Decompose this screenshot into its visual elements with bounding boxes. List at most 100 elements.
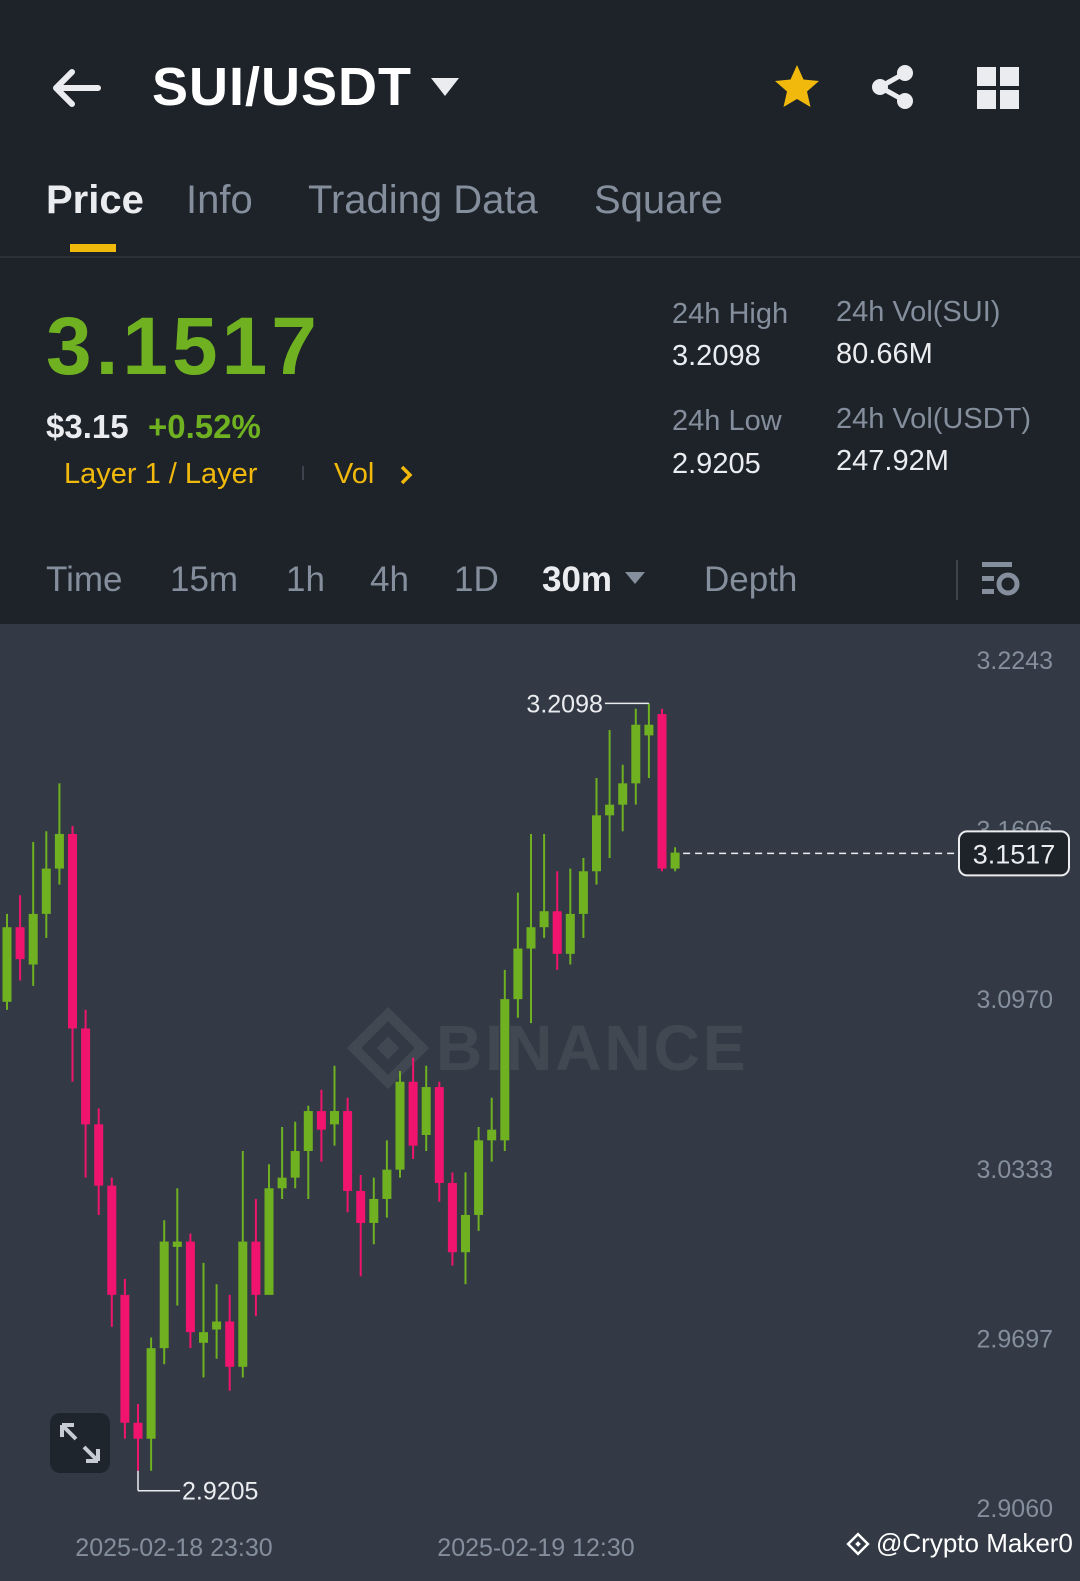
high-marker-label: 3.2098	[526, 690, 602, 718]
candle-body	[382, 1169, 392, 1199]
more-button[interactable]	[976, 66, 1020, 110]
candle-body	[408, 1081, 418, 1146]
interval-4h[interactable]: 4h	[370, 560, 409, 600]
low-value: 2.9205	[672, 448, 761, 480]
candle	[185, 1233, 195, 1349]
category-tag[interactable]: Layer 1 / Layer	[64, 458, 257, 491]
pair-title[interactable]: SUI/USDT	[152, 56, 412, 118]
tab-price[interactable]: Price	[46, 178, 144, 223]
tab-trading-data[interactable]: Trading Data	[308, 178, 538, 223]
candle	[81, 1009, 91, 1178]
candle-body	[605, 804, 615, 816]
price-markers: 3.1517 3.2098 2.9205	[137, 690, 1070, 1506]
arrow-left-icon	[53, 69, 101, 107]
x-tick-label: 2025-02-18 23:30	[75, 1534, 272, 1562]
candle-body	[539, 911, 549, 928]
candle-body	[552, 911, 562, 954]
candle-body	[565, 913, 575, 954]
candle	[382, 1140, 392, 1218]
candle-body	[251, 1241, 261, 1295]
interval-1h[interactable]: 1h	[286, 560, 325, 600]
candle	[212, 1284, 222, 1359]
candle	[277, 1127, 287, 1199]
pair-dropdown-icon[interactable]	[430, 76, 460, 98]
candle-body	[330, 1111, 339, 1125]
vol-usdt-value: 247.92M	[836, 445, 949, 477]
candle	[500, 969, 510, 1152]
active-tab-indicator	[70, 244, 116, 252]
candle	[526, 833, 536, 1024]
interval-depth[interactable]: Depth	[704, 560, 797, 600]
interval-15m[interactable]: 15m	[170, 560, 238, 600]
back-button[interactable]	[48, 62, 104, 114]
candle	[657, 708, 667, 872]
candle-body	[500, 999, 510, 1141]
watermark-text: BINANCE	[436, 1012, 749, 1084]
y-tick-label: 2.9060	[977, 1495, 1053, 1523]
candle	[408, 1057, 418, 1159]
binance-logo-icon	[846, 1531, 870, 1556]
candle	[146, 1337, 156, 1471]
chevron-right-icon[interactable]	[398, 462, 416, 488]
tab-info[interactable]: Info	[186, 178, 253, 223]
candle	[264, 1164, 274, 1295]
candle	[552, 871, 562, 970]
top-bar: SUI/USDT	[0, 0, 1080, 170]
interval-time[interactable]: Time	[46, 560, 122, 600]
divider	[956, 560, 958, 600]
y-tick-label: 3.0970	[977, 986, 1053, 1014]
candle-body	[395, 1081, 405, 1170]
candle-body	[578, 871, 588, 914]
y-axis: 3.22433.16063.09703.03332.96972.9060	[977, 647, 1053, 1523]
tab-square[interactable]: Square	[594, 178, 723, 223]
candle-body	[631, 724, 641, 784]
candle-body	[316, 1111, 326, 1130]
grid-icon	[977, 67, 1019, 109]
candle	[434, 1081, 444, 1202]
candle-body	[513, 948, 523, 1000]
candle	[172, 1188, 182, 1306]
candle-body	[185, 1241, 195, 1333]
candlestick-chart[interactable]: BINANCE 3.22433.16063.09703.03332.96972.…	[0, 624, 1080, 1581]
star-icon	[775, 65, 819, 107]
interval-1d[interactable]: 1D	[454, 560, 499, 600]
candle-body	[657, 714, 667, 869]
vol-link[interactable]: Vol	[334, 458, 374, 491]
low-label: 24h Low	[672, 405, 782, 437]
price-chart[interactable]: BINANCE 3.22433.16063.09703.03332.96972.…	[0, 624, 1080, 1581]
y-tick-label: 3.2243	[977, 647, 1053, 675]
candle-body	[199, 1332, 208, 1343]
candle-body	[421, 1087, 431, 1136]
candle	[631, 708, 641, 805]
candle-body	[238, 1241, 248, 1367]
candle	[199, 1262, 208, 1378]
credit-label: @Crypto Maker0	[846, 1528, 1073, 1559]
share-button[interactable]	[868, 62, 918, 112]
candle-body	[277, 1177, 287, 1189]
candle	[303, 1105, 313, 1199]
candle-body	[644, 724, 654, 736]
y-tick-label: 3.0333	[977, 1156, 1053, 1184]
fullscreen-button[interactable]	[50, 1413, 110, 1473]
candle-body	[303, 1111, 313, 1152]
candle-body	[487, 1129, 497, 1141]
share-icon	[872, 65, 913, 109]
candle-body	[94, 1124, 104, 1186]
last-price: 3.1517	[46, 301, 321, 392]
interval-dropdown-icon[interactable]	[624, 571, 646, 585]
low-marker-label: 2.9205	[182, 1478, 258, 1506]
candle	[330, 1065, 339, 1146]
candle	[133, 1404, 143, 1471]
x-axis: 2025-02-18 23:30 2025-02-19 12:30	[75, 1534, 634, 1562]
candle	[395, 1071, 405, 1178]
favorite-button[interactable]	[772, 62, 822, 112]
candle-body	[356, 1190, 366, 1223]
candle	[670, 847, 680, 872]
candle-body	[41, 868, 51, 914]
chart-settings-button[interactable]	[978, 558, 1022, 600]
candle	[68, 825, 77, 1082]
candle	[539, 833, 549, 938]
interval-30m[interactable]: 30m	[542, 560, 612, 600]
candle	[644, 703, 654, 779]
tab-bar: Price Info Trading Data Square	[0, 170, 1080, 258]
